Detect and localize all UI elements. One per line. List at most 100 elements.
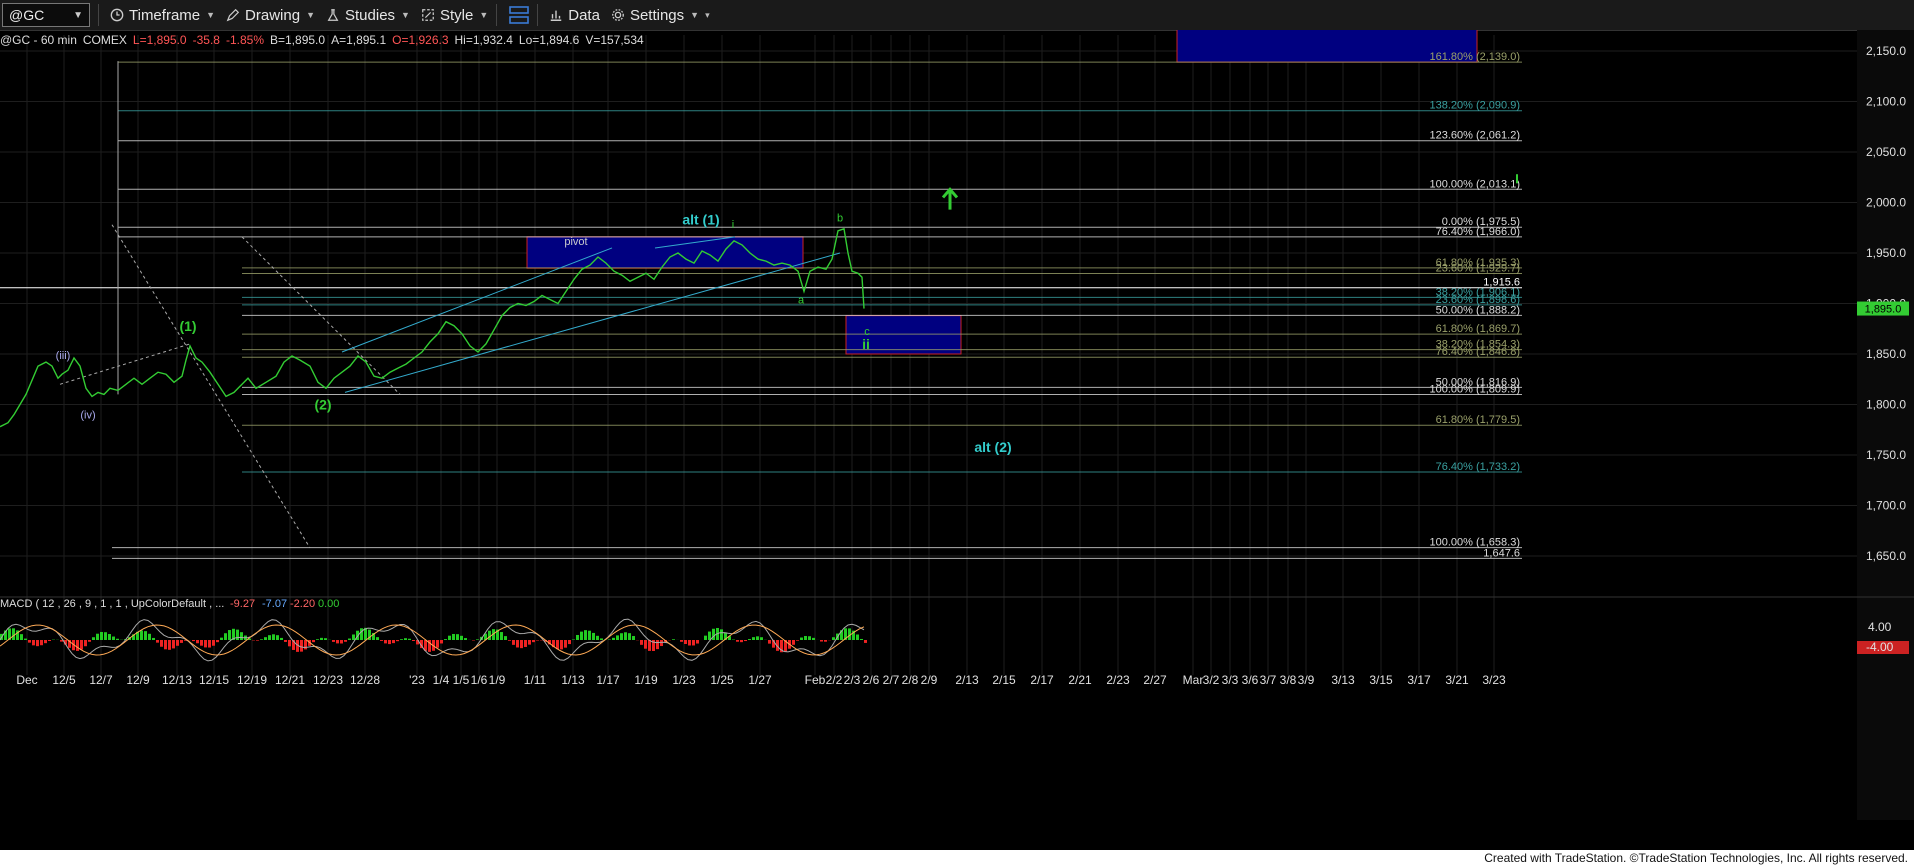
macd-histogram-bar	[632, 636, 635, 640]
macd-histogram-bar	[108, 634, 111, 640]
macd-histogram-bar	[280, 637, 283, 640]
style-label: Style	[439, 6, 474, 24]
timeframe-label: Timeframe	[129, 6, 201, 24]
wave-label: pivot	[564, 236, 587, 248]
x-tick-label: Dec	[16, 673, 37, 687]
last-price: L=1,895.0	[132, 33, 187, 47]
macd-histogram-bar	[536, 640, 539, 641]
macd-histogram-bar	[504, 636, 507, 640]
settings-button[interactable]: Settings ▼	[610, 7, 699, 24]
macd-value: -9.27	[230, 598, 255, 610]
macd-histogram-bar	[236, 629, 239, 640]
wave-label: (iii)	[56, 350, 71, 362]
x-tick-label: 1/19	[634, 673, 658, 687]
style-button[interactable]: Style ▼	[420, 7, 488, 24]
fib-level-label: 1,647.6	[1483, 547, 1520, 559]
drawing-label: Drawing	[245, 6, 301, 24]
macd-histogram-bar	[464, 638, 467, 640]
x-tick-label: Mar	[1183, 673, 1204, 687]
fib-level-label: 161.80% (2,139.0)	[1429, 51, 1520, 63]
macd-histogram-bar	[752, 637, 755, 640]
macd-histogram-bar	[564, 640, 567, 648]
macd-histogram-bar	[100, 631, 103, 640]
macd-histogram-bar	[612, 637, 615, 640]
toolbar-separator	[98, 4, 99, 26]
macd-histogram-bar	[360, 628, 363, 640]
symbol-selector[interactable]: @GC ▼	[2, 3, 90, 27]
macd-histogram-bar	[152, 637, 155, 640]
macd-histogram-bar	[264, 637, 267, 640]
macd-histogram-bar	[512, 640, 515, 645]
x-tick-label: 2/27	[1143, 673, 1167, 687]
macd-histogram-bar	[336, 640, 339, 644]
wave-label: ii	[862, 336, 870, 352]
x-tick-label: 12/13	[162, 673, 192, 687]
macd-histogram-bar	[708, 631, 711, 640]
macd-histogram-bar	[216, 640, 219, 643]
chevron-down-icon: ▼	[690, 10, 700, 20]
macd-histogram-bar	[704, 635, 707, 640]
fib-level-label: 61.80% (1,869.7)	[1436, 323, 1520, 335]
pct-change: -1.85%	[225, 33, 264, 47]
x-tick-label: 1/4	[433, 673, 450, 687]
macd-histogram-bar	[112, 636, 115, 640]
wave-label: (iv)	[80, 410, 95, 422]
chevron-down-icon: ▼	[401, 10, 410, 20]
macd-histogram-bar	[312, 640, 315, 643]
macd-histogram-bar	[744, 640, 747, 642]
chevron-down-icon: ▼	[206, 10, 216, 20]
clock-icon	[110, 8, 124, 22]
y-tick-label: 1,950.0	[1866, 246, 1906, 260]
macd-histogram-bar	[532, 640, 535, 643]
macd-histogram-bar	[768, 640, 771, 644]
style-icon	[422, 9, 434, 21]
macd-histogram-bar	[640, 640, 643, 645]
chevron-down-icon: ▼	[306, 10, 315, 20]
macd-histogram-bar	[624, 632, 627, 640]
macd-histogram-bar	[580, 631, 583, 640]
studies-button[interactable]: Studies ▼	[325, 7, 410, 24]
fib-level-label: 61.80% (1,779.5)	[1436, 414, 1520, 426]
macd-histogram-bar	[592, 632, 595, 640]
chevron-down-icon: ▼	[479, 10, 489, 20]
macd-histogram-bar	[200, 640, 203, 646]
bar-chart-icon	[551, 10, 562, 21]
overflow-chevron-icon[interactable]: ▾	[705, 10, 710, 21]
price-chart[interactable]: Dec 12/5 12/7 12/9 12/13 12/15 12/19 12/21 12/23…	[0, 30, 1914, 850]
data-label: Data	[568, 6, 600, 24]
drawing-button[interactable]: Drawing ▼	[225, 7, 315, 24]
x-tick-label: 1/9	[489, 673, 506, 687]
macd-histogram-bar	[864, 640, 867, 643]
macd-histogram-bar	[520, 640, 523, 649]
macd-histogram-bar	[628, 633, 631, 640]
x-tick-label: '23	[409, 673, 425, 687]
macd-histogram-bar	[756, 636, 759, 640]
fib-level-label: 76.40% (1,966.0)	[1436, 226, 1520, 238]
data-button[interactable]: Data	[548, 7, 600, 24]
macd-histogram-bar	[48, 640, 51, 641]
x-tick-label: 12/15	[199, 673, 229, 687]
macd-histogram-bar	[272, 634, 275, 640]
macd-histogram-bar	[148, 633, 151, 640]
macd-histogram-bar	[528, 640, 531, 645]
macd-histogram-bar	[644, 640, 647, 649]
macd-axis-label: -4.00	[1866, 640, 1894, 654]
macd-histogram-bar	[440, 640, 443, 644]
macd-histogram-bar	[172, 640, 175, 649]
x-tick-label: 3/6	[1242, 673, 1259, 687]
macd-histogram-bar	[568, 640, 571, 645]
wave-label: i	[732, 219, 734, 231]
macd-histogram-bar	[380, 640, 383, 641]
y-tick-label: 1,700.0	[1866, 499, 1906, 513]
x-tick-label: 1/27	[748, 673, 772, 687]
wave-label: alt (2)	[974, 439, 1011, 455]
macd-histogram-bar	[820, 640, 823, 642]
window-layout-icon[interactable]	[509, 6, 530, 24]
exchange-label: COMEX	[82, 33, 127, 47]
macd-histogram-bar	[500, 632, 503, 640]
macd-histogram-bar	[600, 638, 603, 640]
macd-histogram-bar	[160, 640, 163, 647]
timeframe-button[interactable]: Timeframe ▼	[109, 7, 215, 24]
x-tick-label: 2/9	[921, 673, 938, 687]
x-tick-label: 1/5	[453, 673, 470, 687]
